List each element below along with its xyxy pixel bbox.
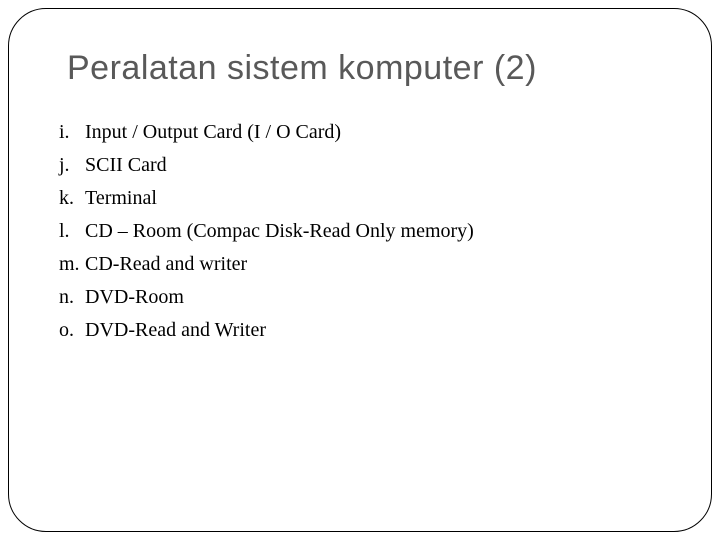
list-text: CD-Read and writer <box>85 248 247 281</box>
list-marker: o. <box>59 314 85 347</box>
list-marker: l. <box>59 215 85 248</box>
list-item: j. SCII Card <box>59 149 661 182</box>
list-item: o. DVD-Read and Writer <box>59 314 661 347</box>
list-marker: n. <box>59 281 85 314</box>
list-text: DVD-Room <box>85 281 184 314</box>
content-list: i. Input / Output Card (I / O Card) j. S… <box>59 116 661 347</box>
list-marker: i. <box>59 116 85 149</box>
list-text: Input / Output Card (I / O Card) <box>85 116 341 149</box>
list-text: Terminal <box>85 182 157 215</box>
list-item: l. CD – Room (Compac Disk-Read Only memo… <box>59 215 661 248</box>
slide-title: Peralatan sistem komputer (2) <box>67 49 661 88</box>
list-text: CD – Room (Compac Disk-Read Only memory) <box>85 215 474 248</box>
list-item: k. Terminal <box>59 182 661 215</box>
list-text: DVD-Read and Writer <box>85 314 266 347</box>
list-marker: j. <box>59 149 85 182</box>
slide-frame: Peralatan sistem komputer (2) i. Input /… <box>8 8 712 532</box>
list-item: m. CD-Read and writer <box>59 248 661 281</box>
list-marker: m. <box>59 248 85 281</box>
list-item: i. Input / Output Card (I / O Card) <box>59 116 661 149</box>
list-marker: k. <box>59 182 85 215</box>
list-text: SCII Card <box>85 149 167 182</box>
list-item: n. DVD-Room <box>59 281 661 314</box>
